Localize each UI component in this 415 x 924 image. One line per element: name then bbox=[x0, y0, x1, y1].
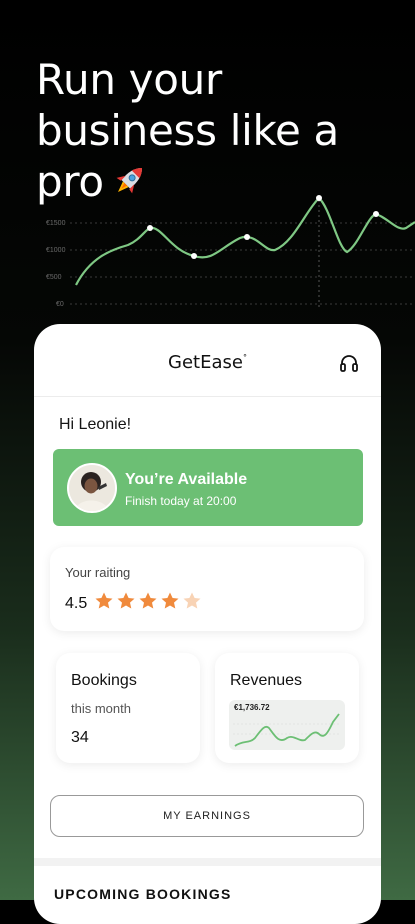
headline-line-2: business like a bbox=[36, 106, 339, 155]
bookings-subtitle: this month bbox=[71, 701, 131, 716]
app-logo-text: GetEase bbox=[168, 352, 243, 373]
star-icon bbox=[161, 592, 179, 609]
app-logo-mark: ° bbox=[242, 353, 247, 362]
rating-stars bbox=[94, 591, 202, 611]
headline-line-1: Run your bbox=[36, 55, 222, 104]
chart-point bbox=[147, 225, 153, 231]
availability-subtitle: Finish today at 20:00 bbox=[125, 494, 237, 508]
availability-title: You’re Available bbox=[125, 471, 248, 488]
y-tick-label: €500 bbox=[46, 274, 62, 281]
app-screen: GetEase° Hi Leonie! You’re Available Fin… bbox=[34, 324, 381, 924]
revenue-line bbox=[75, 196, 415, 286]
revenues-card[interactable]: Revenues €1,736.72 bbox=[215, 653, 359, 763]
revenues-sparkline bbox=[233, 713, 341, 747]
app-logo: GetEase° bbox=[34, 352, 381, 373]
headline: Run your business like a pro bbox=[36, 54, 396, 211]
revenues-mini-chart: €1,736.72 bbox=[229, 700, 345, 750]
star-icon bbox=[117, 592, 135, 609]
star-half-icon bbox=[183, 592, 201, 609]
chart-point bbox=[373, 211, 379, 217]
chart-point bbox=[316, 195, 322, 201]
avatar bbox=[67, 463, 117, 513]
app-header: GetEase° bbox=[34, 324, 381, 397]
greeting: Hi Leonie! bbox=[59, 416, 132, 433]
rating-card: Your raiting 4.5 bbox=[50, 547, 364, 631]
section-divider bbox=[34, 858, 381, 866]
chart-point bbox=[191, 253, 197, 259]
bookings-count: 34 bbox=[71, 729, 89, 746]
y-tick-label: €1500 bbox=[46, 220, 66, 227]
bookings-card[interactable]: Bookings this month 34 bbox=[56, 653, 200, 763]
my-earnings-button[interactable]: MY EARNINGS bbox=[50, 795, 364, 837]
star-icon bbox=[139, 592, 157, 609]
revenues-title: Revenues bbox=[230, 672, 303, 689]
y-tick-label: €0 bbox=[56, 301, 64, 308]
star-icon bbox=[95, 592, 113, 609]
bookings-title: Bookings bbox=[71, 672, 137, 689]
background-revenue-chart: €1500 €1000 €500 €0 bbox=[46, 195, 415, 308]
rating-label: Your raiting bbox=[65, 565, 131, 580]
rating-value: 4.5 bbox=[65, 595, 88, 612]
chart-point bbox=[244, 234, 250, 240]
y-tick-label: €1000 bbox=[46, 247, 66, 254]
headset-icon[interactable] bbox=[339, 353, 359, 373]
availability-card[interactable]: You’re Available Finish today at 20:00 bbox=[53, 449, 363, 526]
